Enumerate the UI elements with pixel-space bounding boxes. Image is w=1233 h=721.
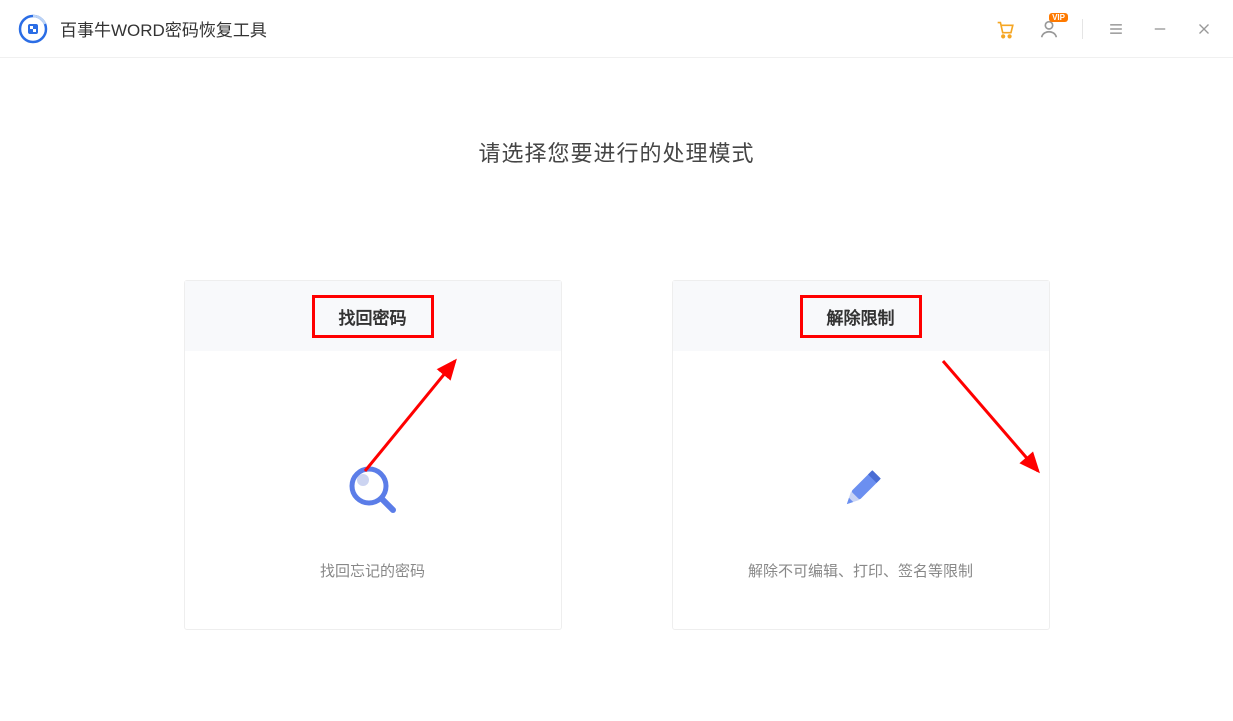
app-logo-icon	[18, 14, 48, 44]
card-description: 找回忘记的密码	[185, 560, 561, 581]
main-content: 请选择您要进行的处理模式 找回密码 找回忘记的密码	[0, 58, 1233, 630]
user-icon[interactable]: VIP	[1038, 18, 1060, 40]
card-title-highlighted: 解除限制	[800, 295, 922, 338]
card-title-highlighted: 找回密码	[312, 295, 434, 338]
mode-prompt: 请选择您要进行的处理模式	[0, 136, 1233, 168]
card-body: 找回忘记的密码	[185, 351, 561, 629]
close-button[interactable]	[1193, 18, 1215, 40]
card-recover-password[interactable]: 找回密码 找回忘记的密码	[184, 280, 562, 630]
titlebar-divider	[1082, 19, 1083, 39]
card-header: 找回密码	[185, 281, 561, 351]
search-magnifier-icon	[345, 462, 401, 518]
vip-badge-icon: VIP	[1049, 13, 1068, 22]
card-header: 解除限制	[673, 281, 1049, 351]
menu-icon[interactable]	[1105, 18, 1127, 40]
card-description: 解除不可编辑、打印、签名等限制	[673, 560, 1049, 581]
cart-icon[interactable]	[994, 18, 1016, 40]
mode-cards: 找回密码 找回忘记的密码	[0, 280, 1233, 630]
card-remove-restrictions[interactable]: 解除限制 解除不可编辑、打印、签名等限制	[672, 280, 1050, 630]
minimize-button[interactable]	[1149, 18, 1171, 40]
titlebar-right: VIP	[994, 18, 1215, 40]
card-body: 解除不可编辑、打印、签名等限制	[673, 351, 1049, 629]
titlebar-left: 百事牛WORD密码恢复工具	[18, 14, 267, 44]
app-title: 百事牛WORD密码恢复工具	[60, 16, 267, 41]
titlebar: 百事牛WORD密码恢复工具 VIP	[0, 0, 1233, 58]
pencil-edit-icon	[833, 462, 889, 518]
